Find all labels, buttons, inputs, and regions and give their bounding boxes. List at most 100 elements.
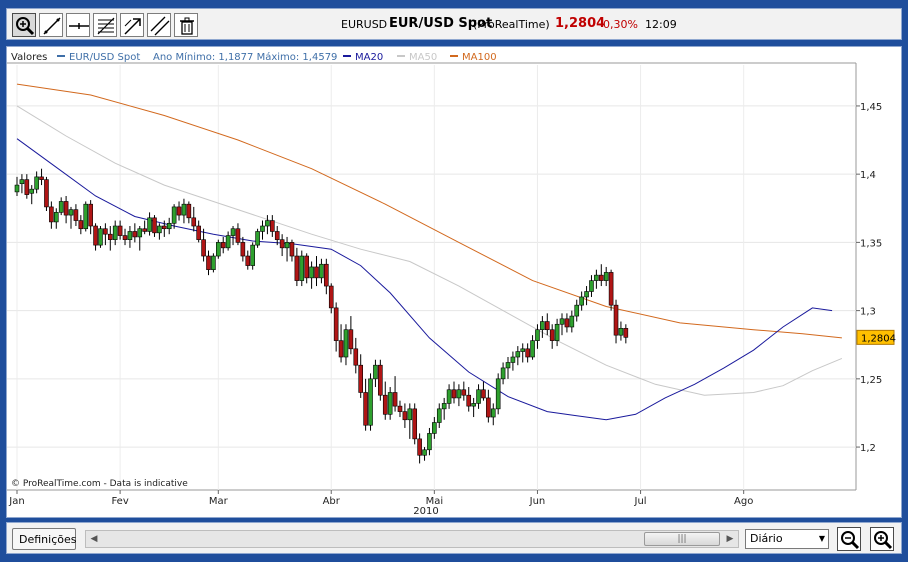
candle: [152, 215, 157, 237]
candle-body: [574, 304, 580, 317]
candle: [407, 403, 413, 439]
candle: [579, 291, 584, 311]
candle: [245, 250, 251, 270]
channel-tool-button[interactable]: [147, 13, 171, 37]
zoom-in-button[interactable]: [870, 527, 894, 551]
candle: [206, 250, 211, 276]
symbol-code: EURUSD: [341, 18, 388, 31]
candle-body: [368, 378, 373, 426]
candle: [304, 253, 309, 284]
candle: [441, 397, 447, 420]
candle: [216, 239, 221, 259]
candle-body: [525, 348, 530, 358]
fibonacci-tool-button[interactable]: [93, 13, 117, 37]
zoom-tool-button[interactable]: [12, 13, 36, 37]
candle-body: [373, 364, 378, 380]
arrow-tool-button[interactable]: [120, 13, 144, 37]
candle: [402, 403, 408, 428]
candle-body: [93, 225, 98, 246]
candle-body: [328, 285, 334, 309]
candle: [515, 346, 521, 366]
scroll-right-arrow-icon[interactable]: ▶: [722, 531, 738, 547]
candle: [53, 208, 59, 229]
candle-body: [230, 228, 236, 236]
x-tick-label: Abr: [323, 496, 341, 507]
candle-body: [486, 397, 491, 418]
candle: [446, 384, 452, 409]
legend: Valores EUR/USD Spot Ano Mínimo: 1,1877 …: [11, 51, 497, 63]
horizontal-line-icon: [69, 23, 89, 29]
candle: [166, 217, 172, 235]
chart-panel[interactable]: 1,2 1,25 1,3 1,35 1,4 1,45 Jan Fev Mar Abr Mai Jun…: [6, 46, 902, 518]
period-select[interactable]: Diário ▼: [745, 529, 829, 549]
candle: [132, 223, 138, 243]
y-tick-label: 1,35: [860, 238, 882, 249]
time-axis: Jan Fev Mar Abr Mai Jun Jul Ago: [8, 490, 753, 507]
settings-button[interactable]: Definições: [12, 528, 76, 550]
candle-body: [98, 228, 103, 246]
candle: [525, 343, 530, 363]
candle-body: [402, 411, 408, 421]
candle: [83, 201, 89, 232]
line-tool-button[interactable]: [39, 13, 63, 37]
candle: [603, 266, 609, 287]
candle: [14, 176, 20, 196]
candle-body: [363, 392, 368, 426]
candle: [196, 220, 201, 243]
scroll-thumb[interactable]: |||: [644, 532, 720, 546]
candle-body: [559, 318, 565, 325]
candle-body: [432, 422, 437, 434]
candle: [510, 351, 516, 371]
legend-range: Ano Mínimo: 1,1877 Máximo: 1,4579: [153, 51, 337, 63]
candle: [34, 171, 39, 194]
legend-ma20: MA20: [355, 52, 383, 63]
grid: [7, 65, 856, 490]
candle: [171, 204, 177, 229]
candle: [157, 223, 162, 240]
candle-body: [530, 340, 535, 358]
last-price: 1,2804: [555, 16, 606, 31]
candle-body: [564, 318, 570, 328]
candle-body: [456, 389, 462, 399]
candle-body: [171, 206, 177, 224]
candle: [594, 269, 599, 289]
scroll-left-arrow-icon[interactable]: ◀: [86, 531, 102, 547]
candle-body: [211, 255, 216, 270]
candle-body: [78, 220, 84, 230]
delete-tool-button[interactable]: [174, 13, 198, 37]
ma20-line: [16, 138, 833, 421]
candle-body: [476, 389, 481, 404]
candle-body: [544, 321, 550, 331]
candle: [250, 242, 255, 270]
data-source: (ProRealTime): [473, 18, 550, 31]
candle-body: [535, 329, 540, 341]
candle: [392, 376, 398, 412]
last-price-tag: 1,2804: [856, 329, 896, 345]
candle: [181, 198, 187, 224]
candle: [107, 226, 113, 251]
horizontal-line-tool-button[interactable]: [66, 13, 90, 37]
x-tick-label: Mar: [209, 496, 229, 507]
candle: [225, 231, 231, 251]
candle: [623, 324, 629, 344]
candle: [358, 354, 364, 398]
legend-series-name: EUR/USD Spot: [69, 52, 140, 63]
legend-label: Valores: [11, 52, 47, 63]
legend-swatch-ma100: [450, 55, 458, 57]
ma50-series: [16, 105, 843, 396]
time-scrollbar[interactable]: ◀ ||| ▶: [85, 530, 739, 548]
candle: [78, 215, 84, 235]
candle-body: [29, 188, 35, 194]
candle: [530, 335, 535, 360]
candle: [147, 212, 152, 236]
price-chart[interactable]: 1,21,251,31,351,41,45 Jan Fev Mar Abr Mai Jun…: [7, 47, 901, 517]
candle: [466, 387, 472, 412]
candle-body: [240, 242, 246, 257]
candle: [284, 236, 290, 262]
candle-body: [284, 242, 290, 249]
candle: [422, 447, 427, 461]
candle: [436, 403, 442, 428]
candle: [142, 220, 147, 235]
candle-body: [196, 225, 201, 240]
zoom-out-button[interactable]: [837, 527, 861, 551]
